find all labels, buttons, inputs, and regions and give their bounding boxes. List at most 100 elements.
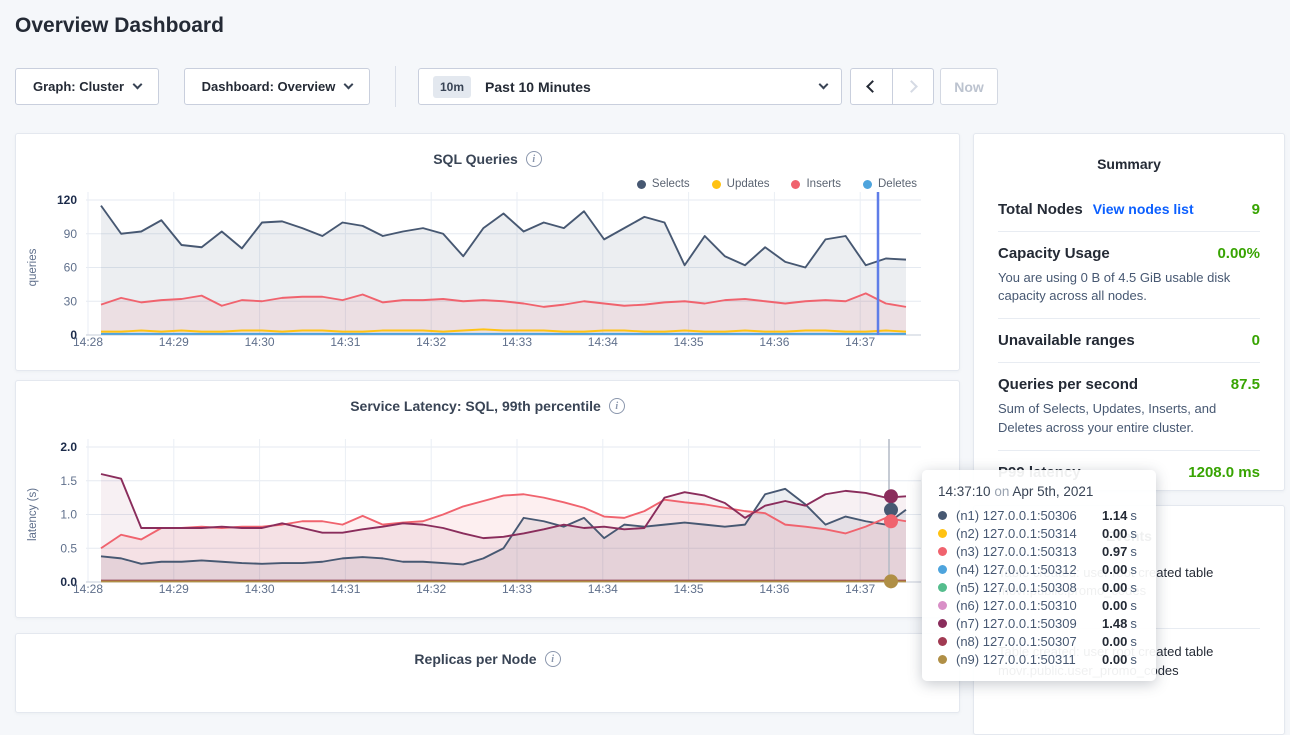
tooltip-node-value: 0.00 bbox=[1102, 526, 1127, 541]
tooltip-node-unit: s bbox=[1130, 634, 1137, 649]
time-range-label: Past 10 Minutes bbox=[485, 79, 591, 95]
summary-title: Summary bbox=[974, 134, 1284, 172]
tooltip-node-unit: s bbox=[1130, 508, 1137, 523]
time-range-badge: 10m bbox=[433, 76, 471, 98]
replicas-per-node-chart-card: Replicas per Node i bbox=[15, 633, 960, 713]
chevron-left-icon bbox=[866, 80, 879, 93]
svg-text:14:30: 14:30 bbox=[245, 335, 275, 349]
tooltip-node-row: (n6) 127.0.0.1:503100.00s bbox=[938, 596, 1140, 614]
node-series-dot-icon bbox=[938, 565, 947, 574]
tooltip-node-label: (n1) 127.0.0.1:50306 bbox=[956, 508, 1102, 523]
tooltip-node-label: (n3) 127.0.0.1:50313 bbox=[956, 544, 1102, 559]
chart-title: Replicas per Node bbox=[414, 651, 536, 667]
node-series-dot-icon bbox=[938, 655, 947, 664]
tooltip-node-unit: s bbox=[1130, 652, 1137, 667]
info-icon[interactable]: i bbox=[545, 651, 561, 667]
svg-text:1.0: 1.0 bbox=[60, 508, 77, 522]
summary-row: Unavailable ranges 0 bbox=[998, 319, 1260, 363]
svg-text:14:34: 14:34 bbox=[588, 335, 618, 349]
service-latency-chart-card: Service Latency: SQL, 99th percentile i … bbox=[15, 380, 960, 618]
node-series-dot-icon bbox=[938, 619, 947, 628]
tooltip-node-unit: s bbox=[1130, 580, 1137, 595]
summary-row: Total NodesView nodes list9 bbox=[998, 188, 1260, 232]
graph-dropdown-label: Graph: Cluster bbox=[33, 79, 124, 94]
summary-metric-label: Queries per second bbox=[998, 376, 1138, 393]
svg-text:14:29: 14:29 bbox=[159, 582, 189, 596]
svg-text:14:31: 14:31 bbox=[330, 335, 360, 349]
tooltip-timestamp: 14:37:10 on Apr 5th, 2021 bbox=[938, 484, 1140, 499]
svg-text:90: 90 bbox=[64, 227, 78, 241]
svg-text:14:34: 14:34 bbox=[588, 582, 618, 596]
svg-text:14:33: 14:33 bbox=[502, 335, 532, 349]
node-series-dot-icon bbox=[938, 601, 947, 610]
time-nav bbox=[850, 68, 934, 105]
svg-text:0.5: 0.5 bbox=[60, 541, 77, 555]
chart-hover-tooltip: 14:37:10 on Apr 5th, 2021 (n1) 127.0.0.1… bbox=[922, 470, 1156, 681]
svg-text:60: 60 bbox=[64, 261, 78, 275]
svg-text:14:28: 14:28 bbox=[73, 335, 103, 349]
svg-text:2.0: 2.0 bbox=[60, 440, 77, 454]
tooltip-node-value: 0.00 bbox=[1102, 562, 1127, 577]
tooltip-node-value: 0.00 bbox=[1102, 652, 1127, 667]
tooltip-node-label: (n4) 127.0.0.1:50312 bbox=[956, 562, 1102, 577]
summary-metric-description: You are using 0 B of 4.5 GiB usable disk… bbox=[998, 269, 1260, 305]
summary-metric-label: Unavailable ranges bbox=[998, 332, 1135, 349]
summary-metric-value: 0 bbox=[1252, 332, 1260, 349]
now-button[interactable]: Now bbox=[940, 68, 998, 105]
node-series-dot-icon bbox=[938, 511, 947, 520]
view-nodes-list-link[interactable]: View nodes list bbox=[1093, 201, 1194, 217]
svg-text:14:32: 14:32 bbox=[416, 335, 446, 349]
svg-text:14:37: 14:37 bbox=[845, 335, 875, 349]
svg-text:120: 120 bbox=[57, 193, 77, 207]
svg-text:14:30: 14:30 bbox=[245, 582, 275, 596]
page-title: Overview Dashboard bbox=[15, 14, 224, 38]
chevron-down-icon bbox=[133, 80, 143, 90]
tooltip-node-row: (n4) 127.0.0.1:503120.00s bbox=[938, 560, 1140, 578]
time-back-button[interactable] bbox=[851, 69, 892, 104]
chevron-right-icon bbox=[905, 80, 918, 93]
svg-text:latency (s): latency (s) bbox=[27, 488, 39, 541]
summary-metric-value: 0.00% bbox=[1217, 245, 1260, 262]
svg-text:14:29: 14:29 bbox=[159, 335, 189, 349]
time-forward-button[interactable] bbox=[892, 69, 934, 104]
svg-text:14:37: 14:37 bbox=[845, 582, 875, 596]
tooltip-node-row: (n5) 127.0.0.1:503080.00s bbox=[938, 578, 1140, 596]
tooltip-node-unit: s bbox=[1130, 598, 1137, 613]
svg-text:14:31: 14:31 bbox=[330, 582, 360, 596]
node-series-dot-icon bbox=[938, 529, 947, 538]
graph-dropdown[interactable]: Graph: Cluster bbox=[15, 68, 159, 105]
tooltip-node-unit: s bbox=[1130, 544, 1137, 559]
summary-row-head: Capacity Usage 0.00% bbox=[998, 245, 1260, 262]
service-latency-plot[interactable]: 0.00.51.01.52.014:2814:2914:3014:3114:32… bbox=[16, 381, 959, 617]
tooltip-node-row: (n9) 127.0.0.1:503110.00s bbox=[938, 650, 1140, 668]
svg-text:14:35: 14:35 bbox=[674, 335, 704, 349]
tooltip-node-label: (n7) 127.0.0.1:50309 bbox=[956, 616, 1102, 631]
summary-metric-value: 9 bbox=[1252, 201, 1260, 218]
tooltip-node-label: (n9) 127.0.0.1:50311 bbox=[956, 652, 1102, 667]
tooltip-node-value: 0.00 bbox=[1102, 580, 1127, 595]
summary-metric-label: Capacity Usage bbox=[998, 245, 1110, 262]
tooltip-node-label: (n6) 127.0.0.1:50310 bbox=[956, 598, 1102, 613]
svg-text:14:33: 14:33 bbox=[502, 582, 532, 596]
sql-queries-plot[interactable]: 030609012014:2814:2914:3014:3114:3214:33… bbox=[16, 134, 959, 370]
tooltip-node-value: 0.97 bbox=[1102, 544, 1127, 559]
tooltip-node-label: (n8) 127.0.0.1:50307 bbox=[956, 634, 1102, 649]
tooltip-node-row: (n8) 127.0.0.1:503070.00s bbox=[938, 632, 1140, 650]
summary-row-head: Total NodesView nodes list9 bbox=[998, 201, 1260, 218]
summary-row-head: Unavailable ranges 0 bbox=[998, 332, 1260, 349]
svg-text:1.5: 1.5 bbox=[60, 474, 77, 488]
tooltip-node-value: 0.00 bbox=[1102, 598, 1127, 613]
dashboard-dropdown-label: Dashboard: Overview bbox=[202, 79, 336, 94]
chevron-down-icon bbox=[819, 80, 829, 90]
summary-row: Capacity Usage 0.00% You are using 0 B of … bbox=[998, 232, 1260, 319]
svg-text:14:36: 14:36 bbox=[759, 582, 789, 596]
sql-queries-chart-card: SQL Queries i SelectsUpdatesInsertsDelet… bbox=[15, 133, 960, 371]
tooltip-node-unit: s bbox=[1130, 616, 1137, 631]
chevron-down-icon bbox=[344, 80, 354, 90]
tooltip-node-unit: s bbox=[1130, 526, 1137, 541]
tooltip-node-label: (n5) 127.0.0.1:50308 bbox=[956, 580, 1102, 595]
tooltip-node-row: (n3) 127.0.0.1:503130.97s bbox=[938, 542, 1140, 560]
dashboard-dropdown[interactable]: Dashboard: Overview bbox=[184, 68, 370, 105]
svg-text:14:35: 14:35 bbox=[674, 582, 704, 596]
time-range-selector[interactable]: 10m Past 10 Minutes bbox=[418, 68, 842, 105]
